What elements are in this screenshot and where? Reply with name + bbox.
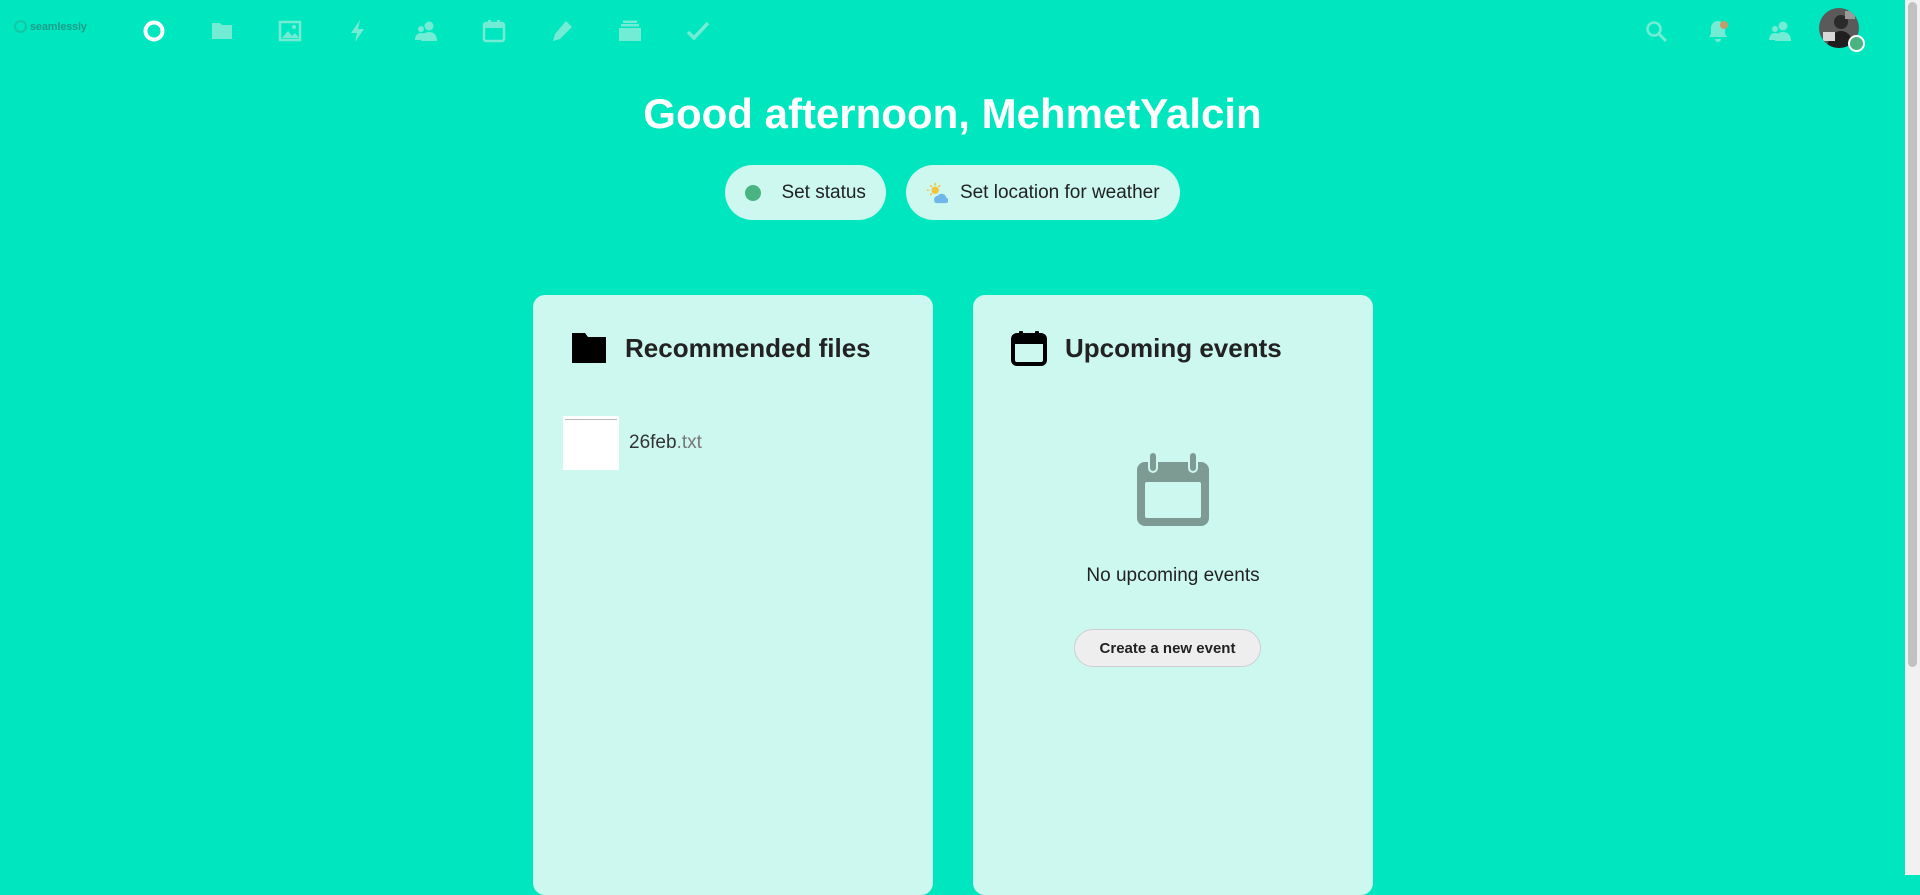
contacts-menu-button[interactable] bbox=[1749, 8, 1811, 54]
top-navigation-bar: seamlessly bbox=[0, 0, 1905, 62]
folder-icon bbox=[571, 330, 607, 366]
calendar-icon bbox=[482, 20, 506, 43]
nav-item-notes[interactable] bbox=[528, 14, 596, 48]
file-thumbnail bbox=[563, 416, 619, 470]
files-icon bbox=[212, 23, 232, 39]
nav-item-contacts[interactable] bbox=[392, 14, 460, 48]
contacts-icon bbox=[415, 21, 437, 41]
thumbnail-text-line bbox=[565, 419, 617, 420]
file-item[interactable]: 26feb .txt bbox=[563, 416, 702, 470]
file-name: 26feb bbox=[629, 432, 677, 453]
nav-item-activity[interactable] bbox=[324, 14, 392, 48]
nav-item-photos[interactable] bbox=[256, 14, 324, 48]
status-row: Set status Set location for weather bbox=[0, 165, 1905, 220]
nav-item-calendar[interactable] bbox=[460, 14, 528, 48]
online-status-dot-icon bbox=[745, 184, 762, 201]
notification-badge bbox=[1720, 21, 1728, 29]
logo-mark-icon bbox=[14, 20, 27, 33]
recommended-files-header: Recommended files bbox=[571, 330, 871, 366]
set-weather-location-button[interactable]: Set location for weather bbox=[905, 165, 1180, 220]
create-event-button[interactable]: Create a new event bbox=[1074, 629, 1261, 667]
nav-item-deck[interactable] bbox=[596, 14, 664, 48]
greeting-title: Good afternoon, MehmetYalcin bbox=[643, 90, 1262, 137]
no-events-message: No upcoming events bbox=[1086, 565, 1260, 586]
upcoming-events-panel: Upcoming events No upcoming events Creat… bbox=[973, 295, 1373, 895]
notes-icon bbox=[553, 21, 572, 41]
empty-calendar-icon bbox=[1133, 450, 1213, 530]
app-logo[interactable]: seamlessly bbox=[14, 20, 87, 33]
weather-icon bbox=[926, 182, 948, 204]
unified-search-button[interactable] bbox=[1625, 8, 1687, 54]
nav-item-tasks[interactable] bbox=[664, 14, 732, 48]
search-icon bbox=[1646, 21, 1668, 43]
tasks-icon bbox=[686, 21, 710, 41]
recommended-files-panel: Recommended files 26feb .txt bbox=[533, 295, 933, 895]
app-navigation bbox=[120, 14, 732, 48]
dashboard-icon bbox=[143, 20, 165, 42]
header-right-menu bbox=[1625, 8, 1865, 54]
set-status-label: Set status bbox=[781, 181, 866, 203]
upcoming-events-title: Upcoming events bbox=[1065, 332, 1282, 363]
recommended-files-title: Recommended files bbox=[625, 332, 871, 363]
contacts-menu-icon bbox=[1769, 21, 1791, 41]
nav-item-dashboard[interactable] bbox=[120, 14, 188, 48]
deck-icon bbox=[619, 20, 641, 41]
user-status-indicator bbox=[1848, 35, 1865, 52]
set-status-button[interactable]: Set status bbox=[725, 165, 886, 220]
user-menu-button[interactable] bbox=[1819, 8, 1865, 54]
page-scrollbar[interactable] bbox=[1905, 0, 1920, 875]
file-extension: .txt bbox=[676, 432, 702, 453]
upcoming-events-header: Upcoming events bbox=[1011, 330, 1282, 366]
logo-text: seamlessly bbox=[30, 20, 87, 33]
set-weather-location-label: Set location for weather bbox=[959, 181, 1160, 203]
scrollbar-thumb[interactable] bbox=[1908, 2, 1917, 667]
activity-icon bbox=[351, 20, 364, 42]
photos-icon bbox=[278, 20, 302, 42]
calendar-icon bbox=[1011, 330, 1047, 366]
notifications-button[interactable] bbox=[1687, 8, 1749, 54]
nav-item-files[interactable] bbox=[188, 14, 256, 48]
